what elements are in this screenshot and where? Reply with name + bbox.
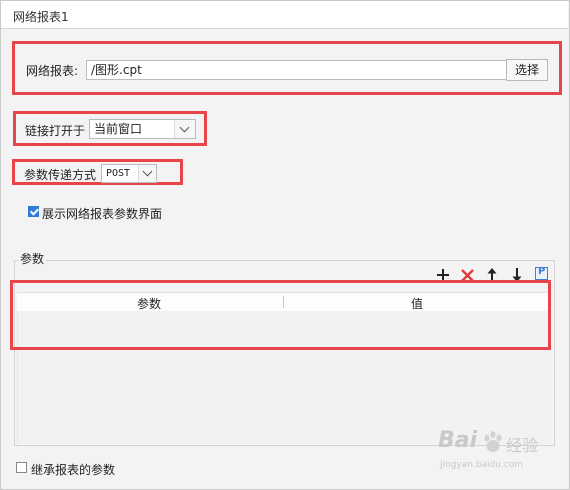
window-title: 网络报表1: [13, 10, 69, 24]
param-method-select[interactable]: POST: [101, 164, 157, 183]
watermark-url: jingyan.baidu.com: [440, 460, 524, 470]
report-label: 网络报表:: [26, 64, 79, 78]
inherit-params-label: 继承报表的参数: [31, 463, 116, 477]
watermark-brand: Bai: [438, 428, 478, 453]
param-method-dropdown[interactable]: [138, 165, 156, 182]
show-params-checkbox[interactable]: [28, 206, 40, 217]
title-bar: 网络报表1: [1, 1, 568, 29]
watermark: Bai 经验 jingyan.baidu.com: [438, 428, 558, 480]
link-open-label: 链接打开于: [25, 124, 86, 138]
link-open-select[interactable]: 当前窗口: [89, 119, 196, 139]
inherit-params-checkbox[interactable]: [16, 462, 27, 473]
parameter-icon[interactable]: P: [535, 266, 548, 280]
parameter-icon-letter: P: [538, 266, 546, 277]
show-params-label: 展示网络报表参数界面: [42, 207, 163, 221]
params-group-title: 参数: [18, 250, 47, 267]
param-method-value: POST: [106, 168, 131, 179]
chevron-down-icon: [179, 122, 190, 133]
param-method-label: 参数传递方式: [24, 168, 97, 182]
report-path-input[interactable]: /图形.cpt: [86, 60, 512, 80]
select-button[interactable]: 选择: [506, 59, 548, 81]
paw-icon: [484, 431, 502, 452]
chevron-down-icon: [142, 166, 153, 177]
link-open-value: 当前窗口: [94, 122, 143, 136]
highlight-params-table: [10, 280, 551, 350]
link-open-dropdown[interactable]: [174, 120, 195, 138]
check-icon: [29, 206, 40, 216]
watermark-sub: 经验: [506, 436, 539, 455]
